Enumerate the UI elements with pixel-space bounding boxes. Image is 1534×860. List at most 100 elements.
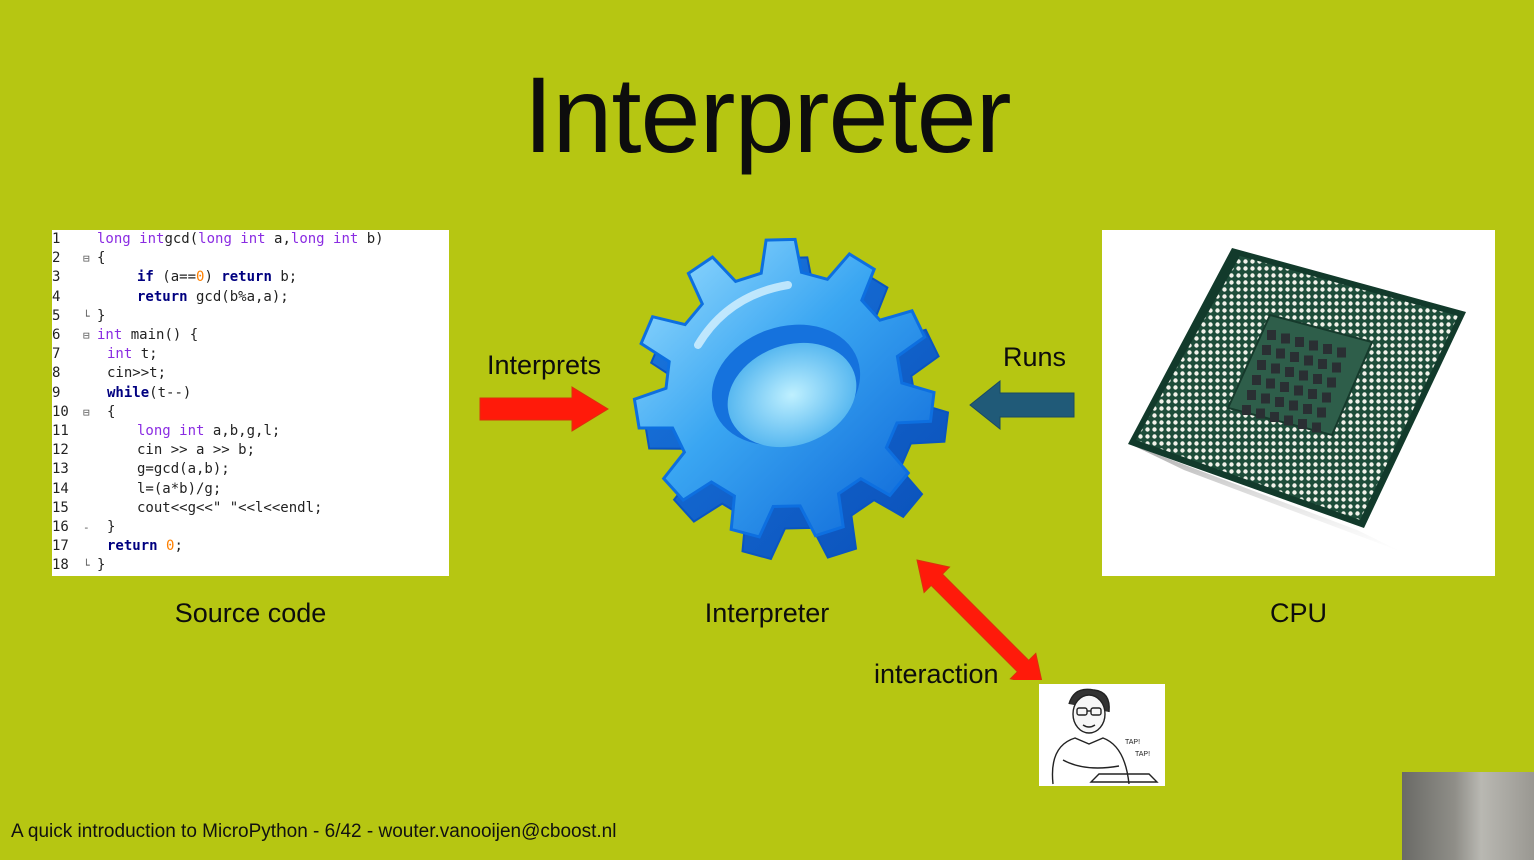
line-number: 6 <box>52 327 61 343</box>
line-number: 2 <box>52 250 61 267</box>
cpu-core-cell <box>1275 397 1284 407</box>
cpu-core-cell <box>1308 389 1317 399</box>
cpu-core-cell <box>1271 363 1280 374</box>
code-text: l=(a*b)/g; <box>137 480 222 497</box>
line-number: 18 <box>52 557 69 574</box>
code-text: return 0; <box>107 538 183 555</box>
cpu-core-cell <box>1261 393 1270 404</box>
code-line: 7 int t; <box>52 345 449 364</box>
cpu-core-cell <box>1262 345 1271 355</box>
cpu-core-cell <box>1242 405 1251 415</box>
line-number: 8 <box>52 365 61 382</box>
cpu-core-cell <box>1304 355 1313 366</box>
code-line: 8 cin>>t; <box>52 364 449 383</box>
gear-icon <box>632 237 950 561</box>
cpu-core-cell <box>1294 385 1303 396</box>
line-number: 3 <box>52 269 61 286</box>
cpu-core-cell <box>1281 333 1290 344</box>
source-code-image: 1 long intgcd(long int a,long int b) 2 ⊟ {3 i… <box>52 230 449 576</box>
cpu-core-cell <box>1280 382 1289 392</box>
code-line: 15 cout<<g<<" "<<l<<endl; <box>52 499 449 518</box>
cpu-core-cell <box>1267 330 1276 340</box>
cpu-image <box>1102 230 1495 576</box>
line-number: 15 <box>52 499 69 516</box>
line-number: 13 <box>52 461 69 478</box>
line-number: 17 <box>52 538 69 555</box>
code-text: { <box>107 403 116 420</box>
code-line: 11 long int a,b,g,l; <box>52 422 449 441</box>
code-line: 17 return 0; <box>52 537 449 556</box>
line-number: 7 <box>52 346 61 363</box>
fold-marker: ⊟ <box>83 329 90 342</box>
cpu-core-cell <box>1309 340 1318 351</box>
interprets-arrow <box>479 386 609 432</box>
cpu-core-cell <box>1327 377 1336 388</box>
cpu-core-cell <box>1323 344 1332 354</box>
interpreter-caption: Interpreter <box>704 598 830 628</box>
interaction-label: interaction <box>874 659 999 689</box>
tap-text-2: TAP! <box>1135 751 1150 758</box>
runs-label: Runs <box>1003 342 1067 372</box>
cpu-chip-icon <box>1128 248 1466 552</box>
line-number: 10 <box>52 403 69 420</box>
code-text: } <box>97 307 106 324</box>
cpu-core-cell <box>1284 415 1293 426</box>
code-text: int main() { <box>97 327 199 343</box>
cpu-core-cell <box>1266 378 1275 389</box>
code-text: cin >> a >> b; <box>137 442 256 459</box>
fold-marker: └ <box>83 559 90 573</box>
line-number: 11 <box>52 423 69 439</box>
line-number: 5 <box>52 307 61 324</box>
code-text: g=gcd(a,b); <box>137 461 230 478</box>
code-text: if (a==0) return b; <box>137 269 298 286</box>
line-number: 9 <box>52 384 61 401</box>
cpu-caption: CPU <box>1269 598 1327 628</box>
line-number: 1 <box>52 231 61 247</box>
code-line: 18 └} <box>52 556 449 575</box>
fold-marker: - <box>83 521 90 534</box>
code-line: 12 cin >> a >> b; <box>52 441 449 460</box>
cpu-core-cell <box>1256 408 1265 419</box>
code-line: 6 ⊟ int main() { <box>52 326 449 345</box>
cpu-core-cell <box>1289 400 1298 411</box>
person-typing-icon: TAP! TAP! <box>1051 688 1159 785</box>
slide-title: Interpreter <box>523 54 1011 175</box>
code-line: 10 ⊟ { <box>52 403 449 422</box>
code-text: } <box>107 519 116 535</box>
tap-text-1: TAP! <box>1125 739 1140 746</box>
fold-marker: ⊟ <box>83 252 90 266</box>
code-text: long intgcd(long int a,long int b) <box>97 231 384 247</box>
code-text: { <box>97 250 106 267</box>
runs-arrow <box>969 379 1075 431</box>
cpu-core-cell <box>1337 347 1346 358</box>
cpu-core-cell <box>1285 367 1294 377</box>
code-line: 13 g=gcd(a,b); <box>52 460 449 479</box>
person-typing-image: TAP! TAP! <box>1039 684 1165 786</box>
code-line: 2 ⊟ { <box>52 249 449 268</box>
webcam-thumbnail <box>1402 772 1534 860</box>
cpu-core-cell <box>1247 390 1256 400</box>
code-line: 5 └} <box>52 307 449 326</box>
line-number: 12 <box>52 442 69 459</box>
code-text: return gcd(b%a,a); <box>137 288 289 305</box>
code-text: while(t--) <box>107 384 192 401</box>
cpu-core-cell <box>1322 392 1331 403</box>
cpu-core-cell <box>1257 360 1266 370</box>
cpu-core-cell <box>1295 337 1304 347</box>
cpu-core-cell <box>1290 352 1299 362</box>
cpu-core-cell <box>1270 412 1279 422</box>
code-line: 16 -} <box>52 518 449 537</box>
slide-footer: A quick introduction to MicroPython - 6/… <box>11 821 617 842</box>
cpu-core-cell <box>1252 375 1261 385</box>
line-number: 4 <box>52 288 61 305</box>
fold-marker: └ <box>83 309 90 323</box>
code-line: 14 l=(a*b)/g; <box>52 480 449 499</box>
cpu-core-cell <box>1298 419 1307 429</box>
source-code-caption: Source code <box>174 598 327 628</box>
code-text: cout<<g<<" "<<l<<endl; <box>137 499 323 516</box>
code-text: } <box>97 557 106 574</box>
interprets-label: Interprets <box>487 350 602 380</box>
code-text: int t; <box>107 346 158 363</box>
cpu-core-cell <box>1299 370 1308 381</box>
cpu-core-cell <box>1312 422 1321 433</box>
